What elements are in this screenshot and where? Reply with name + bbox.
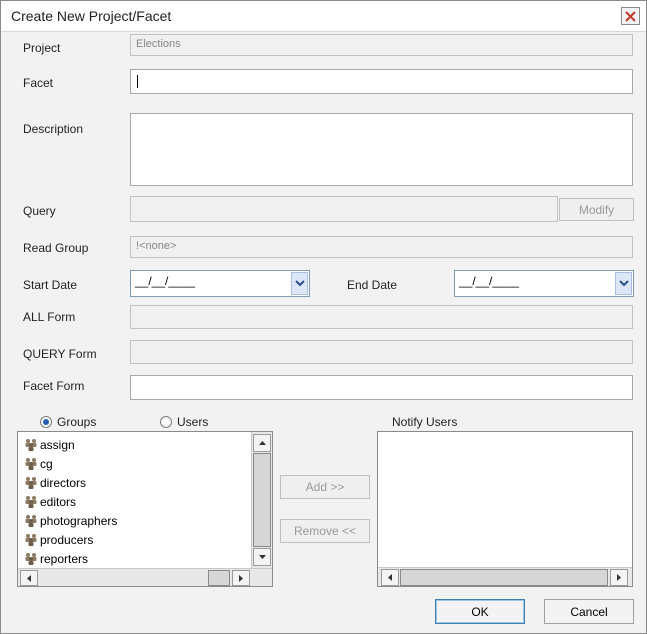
user-group-icon: [25, 553, 37, 565]
arrow-left-icon: [27, 574, 31, 582]
groups-listbox[interactable]: assign cg directors editors photographers pro…: [17, 431, 273, 587]
scroll-left-button[interactable]: [381, 569, 399, 586]
group-list-item[interactable]: reporters: [24, 549, 88, 568]
group-list-item-label: producers: [40, 532, 94, 547]
description-textarea[interactable]: [130, 113, 633, 186]
users-radio-button[interactable]: [160, 416, 172, 428]
create-project-dialog: Create New Project/Facet Project Electio…: [0, 0, 647, 634]
remove-button[interactable]: Remove <<: [280, 519, 370, 543]
horizontal-scroll-thumb[interactable]: [208, 570, 230, 586]
groups-radio-label: Groups: [57, 415, 97, 429]
all-form-field: [130, 305, 633, 329]
radio-selected-dot: [43, 419, 49, 425]
end-date-picker[interactable]: __/__/____: [454, 270, 634, 297]
group-list-item[interactable]: cg: [24, 454, 53, 473]
query-field: [130, 196, 558, 222]
scroll-right-button[interactable]: [610, 569, 628, 586]
close-button[interactable]: [621, 7, 640, 25]
all-form-label: ALL Form: [23, 310, 76, 324]
group-list-item[interactable]: directors: [24, 473, 86, 492]
end-date-label: End Date: [347, 278, 398, 292]
add-button[interactable]: Add >>: [280, 475, 370, 499]
arrow-right-icon: [239, 574, 243, 582]
read-group-label: Read Group: [23, 241, 89, 255]
start-date-value: __/__/____: [135, 274, 196, 288]
start-date-picker[interactable]: __/__/____: [130, 270, 310, 297]
modify-button[interactable]: Modify: [559, 198, 634, 221]
group-list-item[interactable]: assign: [24, 435, 75, 454]
arrow-up-icon: [258, 441, 266, 445]
scroll-left-button[interactable]: [20, 570, 38, 586]
title-bar: Create New Project/Facet: [1, 1, 646, 32]
start-date-label: Start Date: [23, 278, 78, 292]
group-list-item[interactable]: editors: [24, 492, 76, 511]
arrow-right-icon: [617, 574, 621, 581]
arrow-down-icon: [258, 555, 266, 559]
group-list-item-label: assign: [40, 437, 75, 452]
read-group-field: !<none>: [130, 236, 633, 258]
group-list-item[interactable]: photographers: [24, 511, 117, 530]
chevron-down-icon: [294, 280, 305, 287]
facet-label: Facet: [23, 76, 54, 90]
facet-input[interactable]: [130, 69, 633, 94]
cancel-button[interactable]: Cancel: [544, 599, 634, 624]
group-list-item-label: editors: [40, 494, 77, 509]
user-group-icon: [25, 458, 37, 470]
project-field: Elections: [130, 34, 633, 56]
scroll-down-button[interactable]: [253, 548, 271, 566]
user-group-icon: [25, 477, 37, 489]
vertical-scroll-thumb[interactable]: [253, 453, 271, 547]
facet-form-label: Facet Form: [23, 379, 85, 393]
group-list-item-label: directors: [40, 475, 87, 490]
chevron-down-icon: [618, 280, 629, 287]
user-group-icon: [25, 496, 37, 508]
group-list-item-label: reporters: [40, 551, 89, 566]
user-group-icon: [25, 534, 37, 546]
ok-button[interactable]: OK: [435, 599, 525, 624]
text-cursor: [137, 75, 138, 88]
project-label: Project: [23, 41, 61, 55]
query-form-label: QUERY Form: [23, 347, 97, 361]
dialog-title: Create New Project/Facet: [11, 8, 172, 24]
end-date-dropdown[interactable]: [615, 272, 632, 295]
group-list-item[interactable]: producers: [24, 530, 93, 549]
groups-horizontal-scrollbar[interactable]: [18, 568, 272, 586]
groups-radio-button[interactable]: [40, 416, 52, 428]
groups-vertical-scrollbar[interactable]: [251, 432, 272, 568]
description-label: Description: [23, 122, 84, 136]
group-list-item-label: cg: [40, 456, 53, 471]
user-group-icon: [25, 439, 37, 451]
users-radio-label: Users: [177, 415, 209, 429]
arrow-left-icon: [388, 574, 392, 581]
notify-horizontal-scrollbar[interactable]: [378, 567, 632, 586]
query-label: Query: [23, 204, 56, 218]
notify-users-listbox[interactable]: [377, 431, 633, 587]
group-list-item-label: photographers: [40, 513, 118, 528]
query-form-field: [130, 340, 633, 364]
end-date-value: __/__/____: [459, 274, 520, 288]
start-date-dropdown[interactable]: [291, 272, 308, 295]
close-icon: [625, 10, 636, 22]
notify-users-label: Notify Users: [392, 415, 458, 429]
scroll-up-button[interactable]: [253, 434, 271, 452]
scroll-right-button[interactable]: [232, 570, 250, 586]
user-group-icon: [25, 515, 37, 527]
horizontal-scroll-thumb[interactable]: [400, 569, 608, 586]
facet-form-input[interactable]: [130, 375, 633, 400]
